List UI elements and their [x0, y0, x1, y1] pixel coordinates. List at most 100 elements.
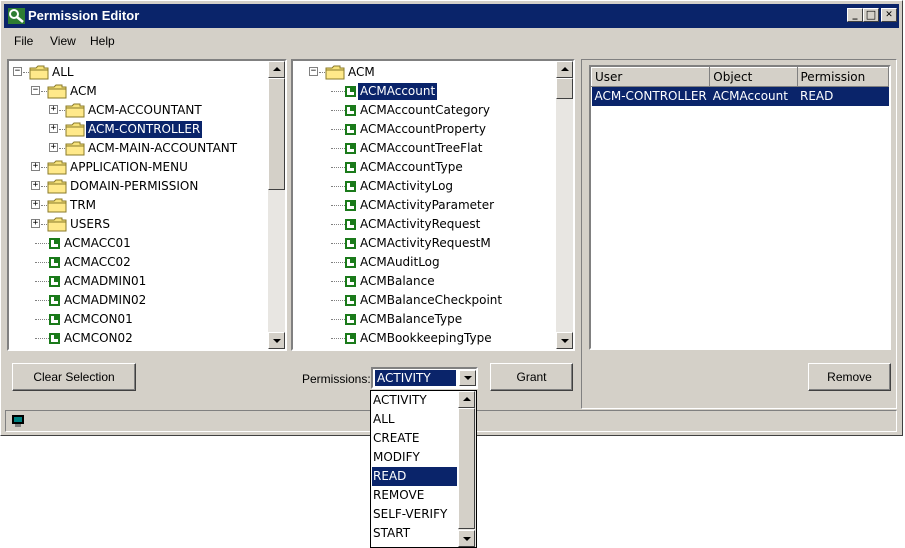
- tree-node[interactable]: − ACM: [9, 82, 267, 101]
- tree-node-label[interactable]: ACMActivityParameter: [358, 197, 496, 214]
- remove-button[interactable]: Remove: [808, 363, 891, 391]
- scroll-thumb[interactable]: [268, 78, 285, 190]
- tree-node[interactable]: − ACM: [293, 63, 555, 82]
- scroll-thumb[interactable]: [458, 408, 475, 529]
- permissions-dropdown-list[interactable]: ACTIVITY ALL CREATE MODIFY READ REMOVE SELF-VE…: [370, 390, 477, 548]
- menu-view[interactable]: View: [50, 34, 76, 48]
- middle-tree-scrollbar[interactable]: [556, 61, 573, 349]
- scroll-up-button[interactable]: [268, 61, 285, 78]
- dropdown-scrollbar[interactable]: [458, 391, 476, 547]
- tree-node[interactable]: ACMAccountTreeFlat: [293, 139, 555, 158]
- dropdown-option[interactable]: MODIFY: [372, 448, 457, 467]
- title-bar[interactable]: Permission Editor _ □ ✕: [4, 4, 899, 28]
- grant-button[interactable]: Grant: [490, 363, 573, 391]
- tree-node-label[interactable]: ACMADMIN02: [62, 292, 148, 309]
- tree-node[interactable]: ACMADMIN02: [9, 291, 267, 310]
- tree-node-label[interactable]: ACMBalanceCheckpoint: [358, 292, 504, 309]
- tree-node-label[interactable]: ACMActivityRequest: [358, 216, 482, 233]
- tree-node-label[interactable]: ACM-MAIN-ACCOUNTANT: [86, 140, 239, 157]
- expand-icon[interactable]: +: [31, 181, 40, 190]
- dropdown-option[interactable]: CREATE: [372, 429, 457, 448]
- tree-node-label[interactable]: ACMAuditLog: [358, 254, 442, 271]
- tree-node[interactable]: ACMActivityLog: [293, 177, 555, 196]
- tree-node-label[interactable]: ACMAccountType: [358, 159, 465, 176]
- tree-node-label[interactable]: ACMCON01: [62, 311, 135, 328]
- tree-node[interactable]: + ACM-ACCOUNTANT: [9, 101, 267, 120]
- tree-node[interactable]: ACMACC01: [9, 234, 267, 253]
- tree-node-label[interactable]: TRM: [68, 197, 98, 214]
- tree-node[interactable]: ACMCON01: [9, 310, 267, 329]
- permission-table-panel[interactable]: User Object Permission ACM-CONTROLLER AC…: [589, 65, 891, 350]
- expand-icon[interactable]: +: [31, 219, 40, 228]
- collapse-icon[interactable]: −: [31, 86, 40, 95]
- tree-node[interactable]: ACMBalanceType: [293, 310, 555, 329]
- tree-node[interactable]: ACMAccountCategory: [293, 101, 555, 120]
- tree-node[interactable]: ACMActivityParameter: [293, 196, 555, 215]
- tree-node-label[interactable]: ACMAccountCategory: [358, 102, 492, 119]
- dropdown-option[interactable]: ALL: [372, 410, 457, 429]
- scroll-down-button[interactable]: [556, 332, 573, 349]
- dropdown-option[interactable]: START: [372, 524, 457, 543]
- tree-node-label[interactable]: ACM: [346, 64, 377, 81]
- tree-node-label[interactable]: ACMACC02: [62, 254, 133, 271]
- tree-node[interactable]: ACMBalanceCheckpoint: [293, 291, 555, 310]
- tree-node-label[interactable]: ACMAccountTreeFlat: [358, 140, 484, 157]
- dropdown-option[interactable]: REMOVE: [372, 486, 457, 505]
- tree-node[interactable]: ACMActivityRequestM: [293, 234, 555, 253]
- tree-node[interactable]: + USERS: [9, 215, 267, 234]
- scroll-up-button[interactable]: [458, 391, 475, 408]
- column-header-user[interactable]: User: [591, 67, 711, 87]
- close-button[interactable]: ✕: [881, 8, 897, 22]
- left-tree-panel[interactable]: − ALL − ACM + ACM-ACCOUNTANT + ACM-CONTROLLER + A…: [7, 59, 287, 351]
- middle-tree-panel[interactable]: − ACM ACMAccount ACMAccountCategory ACMAccou…: [291, 59, 575, 351]
- permissions-combobox[interactable]: ACTIVITY: [371, 367, 478, 389]
- table-row[interactable]: ACM-CONTROLLER ACMAccount READ: [591, 86, 889, 106]
- tree-node-label[interactable]: ACMActivityRequestM: [358, 235, 493, 252]
- expand-icon[interactable]: +: [49, 143, 58, 152]
- expand-icon[interactable]: +: [49, 124, 58, 133]
- combo-dropdown-button[interactable]: [459, 370, 476, 386]
- column-header-permission[interactable]: Permission: [796, 67, 889, 87]
- tree-node-label[interactable]: ACMAccount: [356, 82, 439, 101]
- dropdown-option[interactable]: ACTIVITY: [372, 391, 457, 410]
- scroll-up-button[interactable]: [556, 61, 573, 78]
- tree-node[interactable]: ACMBookkeepingType: [293, 329, 555, 348]
- tree-node[interactable]: ACMActivityRequest: [293, 215, 555, 234]
- tree-node-label[interactable]: ACM: [68, 83, 99, 100]
- tree-node-label[interactable]: ACM-CONTROLLER: [84, 120, 204, 139]
- tree-node-label[interactable]: DOMAIN-PERMISSION: [68, 178, 200, 195]
- tree-node[interactable]: ACMACC02: [9, 253, 267, 272]
- tree-node[interactable]: ACMAuditLog: [293, 253, 555, 272]
- tree-node-label[interactable]: ACM-ACCOUNTANT: [86, 102, 204, 119]
- menu-help[interactable]: Help: [90, 34, 115, 48]
- tree-node[interactable]: ACMAccount: [293, 82, 555, 101]
- tree-node[interactable]: ACMAccountType: [293, 158, 555, 177]
- tree-node-label[interactable]: ACMBalanceType: [358, 311, 464, 328]
- collapse-icon[interactable]: −: [13, 67, 22, 76]
- tree-node-label[interactable]: ACMAccountProperty: [358, 121, 488, 138]
- dropdown-option[interactable]: SELF-VERIFY: [372, 505, 457, 524]
- scroll-down-button[interactable]: [268, 332, 285, 349]
- minimize-button[interactable]: _: [847, 8, 863, 22]
- expand-icon[interactable]: +: [31, 162, 40, 171]
- expand-icon[interactable]: +: [49, 105, 58, 114]
- left-tree-scrollbar[interactable]: [268, 61, 285, 349]
- tree-node[interactable]: + ACM-CONTROLLER: [9, 120, 267, 139]
- tree-node-label[interactable]: USERS: [68, 216, 112, 233]
- column-header-object[interactable]: Object: [709, 67, 798, 87]
- menu-file[interactable]: File: [14, 34, 33, 48]
- tree-node-label[interactable]: ACMBookkeepingType: [358, 330, 494, 347]
- tree-node-label[interactable]: ACMBalance: [358, 273, 437, 290]
- scroll-down-button[interactable]: [458, 530, 475, 547]
- tree-node-label[interactable]: ACMActivityLog: [358, 178, 455, 195]
- tree-node[interactable]: − ALL: [9, 63, 267, 82]
- tree-node[interactable]: + APPLICATION-MENU: [9, 158, 267, 177]
- scroll-thumb[interactable]: [556, 78, 573, 99]
- tree-node[interactable]: ACMBalance: [293, 272, 555, 291]
- tree-node[interactable]: + ACM-MAIN-ACCOUNTANT: [9, 139, 267, 158]
- maximize-button[interactable]: □: [863, 8, 879, 22]
- collapse-icon[interactable]: −: [309, 67, 318, 76]
- tree-node-label[interactable]: ACMACC01: [62, 235, 133, 252]
- tree-node[interactable]: + DOMAIN-PERMISSION: [9, 177, 267, 196]
- dropdown-option[interactable]: READ: [372, 467, 457, 486]
